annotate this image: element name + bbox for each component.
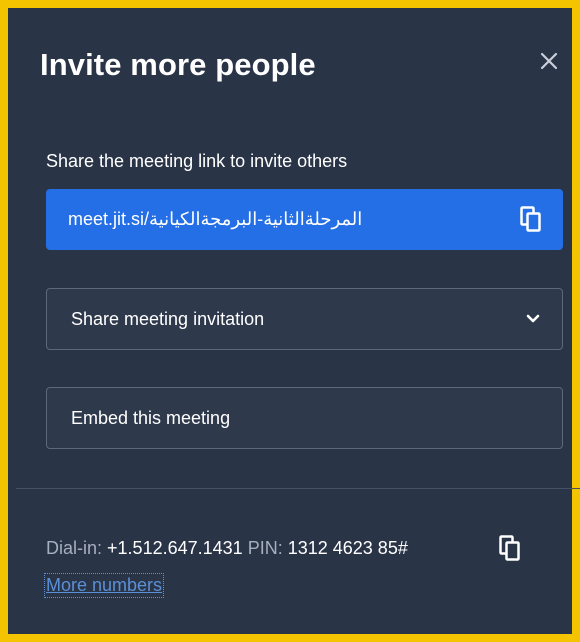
pin-value: 1312 4623 85# bbox=[287, 538, 408, 558]
embed-meeting-label: Embed this meeting bbox=[71, 407, 231, 428]
meeting-link-copy-button[interactable]: meet.jit.si/المرحلةالثانية-البرمجةالكيان… bbox=[46, 189, 563, 250]
dial-in-info: Dial-in: +1.512.647.1431 PIN: 1312 4623 … bbox=[46, 538, 408, 559]
share-invitation-dropdown[interactable]: Share meeting invitation bbox=[46, 288, 563, 350]
more-numbers-link[interactable]: More numbers bbox=[43, 573, 165, 598]
pin-label: PIN: bbox=[247, 538, 283, 558]
share-link-label: Share the meeting link to invite others bbox=[46, 151, 348, 171]
meeting-link-text: meet.jit.si/المرحلةالثانية-البرمجةالكيان… bbox=[68, 209, 363, 229]
embed-meeting-button[interactable]: Embed this meeting bbox=[46, 387, 563, 449]
dial-in-label: Dial-in: bbox=[46, 538, 103, 558]
close-button[interactable] bbox=[533, 45, 565, 77]
chevron-down-icon bbox=[526, 314, 540, 323]
copy-icon bbox=[499, 534, 520, 561]
copy-dial-in-button[interactable] bbox=[498, 534, 522, 562]
close-icon bbox=[540, 52, 558, 70]
copy-icon[interactable] bbox=[519, 206, 543, 234]
dialog-title: Invite more people bbox=[40, 47, 316, 82]
share-invitation-label: Share meeting invitation bbox=[71, 308, 265, 329]
dial-in-number: +1.512.647.1431 bbox=[107, 538, 243, 558]
divider bbox=[16, 488, 580, 489]
invite-dialog: Invite more people Share the meeting lin… bbox=[0, 0, 580, 642]
